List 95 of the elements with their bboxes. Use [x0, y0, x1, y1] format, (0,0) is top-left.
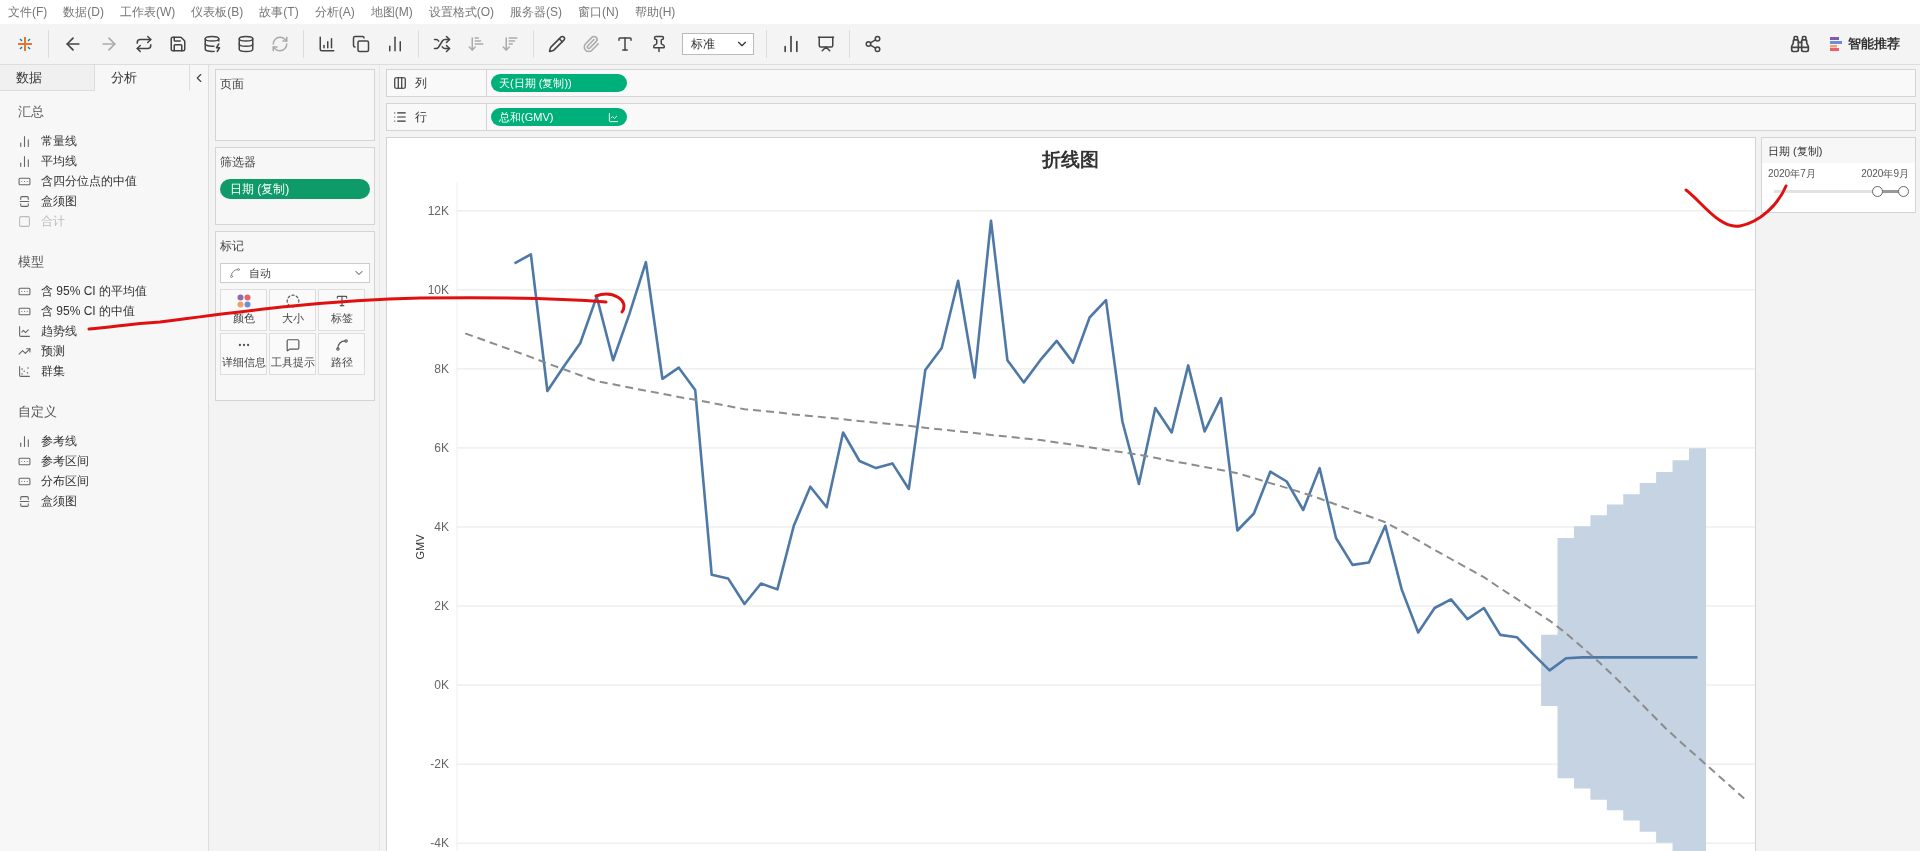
analytics-item[interactable]: 盒须图	[18, 491, 208, 511]
mark-button[interactable]: 路径	[318, 333, 365, 375]
shelf-label: 列	[415, 74, 427, 92]
pencil-icon[interactable]	[546, 33, 568, 55]
card-title: 筛选器	[220, 154, 257, 171]
analytics-item[interactable]: 趋势线	[18, 321, 208, 341]
mark-type-select[interactable]: 自动	[220, 263, 370, 283]
fit-select[interactable]: 标准	[682, 33, 754, 55]
axis-tick-label: -2K	[430, 756, 449, 771]
filter-title: 日期 (复制)	[1766, 144, 1824, 159]
analytics-item[interactable]: 参考区间	[18, 451, 208, 471]
trend-icon	[608, 111, 619, 123]
menu-item[interactable]: 仪表板(B)	[191, 3, 244, 21]
slider-thumb[interactable]	[1872, 186, 1884, 197]
axis-title: GMV	[414, 534, 426, 560]
tooltip-icon	[285, 338, 300, 352]
item-label: 预测	[41, 342, 65, 360]
range-end-label: 2020年9月	[1861, 167, 1909, 181]
section-title: 自定义	[18, 403, 58, 421]
swap-icon[interactable]	[431, 33, 453, 55]
analytics-item[interactable]: 参考线	[18, 431, 208, 451]
item-label: 含四分位点的中值	[41, 172, 137, 190]
copy-icon[interactable]	[350, 33, 372, 55]
card-title: 页面	[220, 76, 245, 93]
label-icon	[334, 294, 349, 308]
line-icon	[229, 267, 241, 279]
range-start-label: 2020年7月	[1767, 167, 1816, 181]
item-label: 常量线	[41, 132, 77, 150]
axis-tick-label: 10K	[427, 282, 449, 297]
menu-item[interactable]: 地图(M)	[370, 3, 413, 21]
item-label: 盒须图	[41, 192, 77, 210]
axis-tick-label: 8K	[434, 361, 449, 376]
analytics-icon	[18, 494, 31, 508]
chart-title: 折线图	[1040, 147, 1101, 172]
mark-button[interactable]: 颜色	[220, 289, 267, 331]
menu-item[interactable]: 数据(D)	[63, 3, 104, 21]
analytics-item[interactable]: 含四分位点的中值	[18, 171, 208, 191]
section-title: 模型	[18, 253, 45, 271]
axis-tick-label: 0K	[434, 677, 449, 692]
analytics-icon	[18, 434, 31, 448]
analytics-item[interactable]: 常量线	[18, 131, 208, 151]
filter-pill[interactable]: 日期 (复制)	[220, 179, 370, 199]
size-icon	[285, 294, 300, 308]
analytics-icon	[18, 194, 31, 208]
shelf-label: 行	[415, 108, 427, 126]
analytics-item[interactable]: 含 95% CI 的中值	[18, 301, 208, 321]
bars-icon	[1830, 37, 1842, 51]
analytics-item[interactable]: 盒须图	[18, 191, 208, 211]
axis-tick-label: 2K	[434, 598, 449, 613]
item-label: 合计	[41, 212, 65, 230]
panel-tab[interactable]: 数据	[0, 65, 95, 91]
color-dots-icon	[236, 294, 251, 308]
section-title: 汇总	[18, 103, 45, 121]
analytics-icon	[18, 324, 31, 338]
mark-button[interactable]: 详细信息	[220, 333, 267, 375]
item-label: 趋势线	[41, 322, 77, 340]
item-label: 平均线	[41, 152, 77, 170]
item-label: 分布区间	[41, 472, 89, 490]
axis-tick-label: 4K	[434, 519, 449, 534]
card-title: 标记	[220, 238, 245, 255]
menu-item[interactable]: 文件(F)	[8, 3, 48, 21]
axis-tick-label: 6K	[434, 440, 449, 455]
shelf-icon	[393, 110, 407, 124]
analytics-item[interactable]: 分布区间	[18, 471, 208, 491]
item-label: 参考线	[41, 432, 77, 450]
shelf-icon	[393, 76, 407, 90]
analytics-icon	[18, 214, 31, 228]
item-label: 参考区间	[41, 452, 89, 470]
menu-item[interactable]: 帮助(H)	[634, 3, 676, 21]
analytics-item[interactable]: 群集	[18, 361, 208, 381]
slider-thumb[interactable]	[1898, 186, 1909, 197]
analytics-item[interactable]: 预测	[18, 341, 208, 361]
mark-button[interactable]: 工具提示	[269, 333, 316, 375]
analytics-icon	[18, 364, 31, 378]
loop-arrow-icon[interactable]	[133, 33, 155, 55]
menu-item[interactable]: 设置格式(O)	[428, 3, 494, 21]
item-label: 群集	[41, 362, 65, 380]
analytics-icon	[18, 154, 31, 168]
item-label: 盒须图	[41, 492, 77, 510]
path-icon	[334, 338, 349, 352]
menu-item[interactable]: 分析(A)	[314, 3, 355, 21]
analytics-item[interactable]: 平均线	[18, 151, 208, 171]
recommend-button[interactable]: 智能推荐	[1824, 34, 1906, 54]
axis-tick-label: 12K	[427, 203, 449, 218]
item-label: 含 95% CI 的中值	[41, 302, 136, 320]
item-label: 含 95% CI 的平均值	[41, 282, 148, 300]
menu-item[interactable]: 工作表(W)	[120, 3, 176, 21]
mark-button[interactable]: 大小	[269, 289, 316, 331]
menu-item[interactable]: 故事(T)	[259, 3, 299, 21]
axis-tick-label: -4K	[430, 836, 449, 850]
analytics-icon	[18, 134, 31, 148]
menu-item[interactable]: 窗口(N)	[578, 3, 619, 21]
analytics-item[interactable]: 含 95% CI 的平均值	[18, 281, 208, 301]
menu-item[interactable]: 服务器(S)	[510, 3, 562, 21]
mark-button[interactable]: 标签	[318, 289, 365, 331]
